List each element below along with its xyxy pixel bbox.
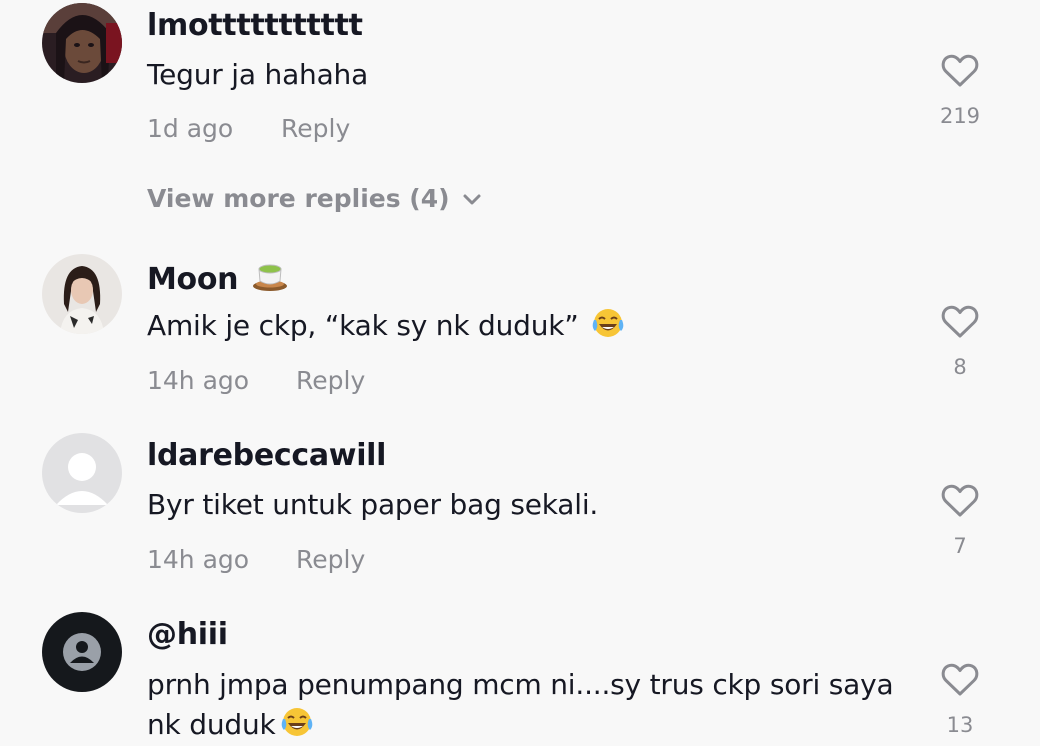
comment-text: Amik je ckp, “kak sy nk duduk”: [147, 306, 907, 346]
teacup-emoji-icon: [253, 264, 288, 291]
like-count: 13: [946, 713, 974, 737]
like-count: 8: [953, 355, 967, 379]
username-text: Moon: [147, 262, 239, 297]
like-count: 7: [953, 534, 967, 558]
avatar[interactable]: [42, 254, 122, 334]
heart-icon[interactable]: [941, 305, 979, 339]
heart-icon[interactable]: [941, 663, 979, 697]
comment-time: 1d ago: [147, 114, 234, 143]
username[interactable]: lmottttttttttt: [147, 8, 363, 43]
comment-text: Tegur ja hahaha: [147, 58, 369, 91]
avatar[interactable]: [42, 433, 122, 513]
reply-button[interactable]: Reply: [296, 366, 365, 395]
reply-button[interactable]: Reply: [296, 545, 365, 574]
view-more-label: View more replies (4): [147, 184, 450, 213]
view-more-replies-button[interactable]: View more replies (4): [147, 184, 482, 213]
avatar[interactable]: [42, 612, 122, 692]
comment-time: 14h ago: [147, 545, 250, 574]
username[interactable]: ldarebeccawill: [147, 438, 386, 473]
username[interactable]: @hiii: [147, 617, 228, 652]
heart-icon[interactable]: [941, 484, 979, 518]
comment-text: prnh jmpa penumpang mcm ni....sy trus ck…: [147, 665, 907, 745]
tears-of-joy-emoji-icon: [593, 309, 624, 337]
username[interactable]: Moon: [147, 259, 288, 297]
comment-text-content: Amik je ckp, “kak sy nk duduk”: [147, 309, 579, 342]
comment-text-content: prnh jmpa penumpang mcm ni....sy trus ck…: [147, 668, 894, 741]
tears-of-joy-emoji-icon: [281, 708, 312, 736]
like-count: 219: [939, 104, 981, 128]
comment-time: 14h ago: [147, 366, 250, 395]
chevron-down-icon: [463, 194, 481, 205]
avatar[interactable]: [42, 3, 122, 83]
reply-button[interactable]: Reply: [281, 114, 350, 143]
comment-text: Byr tiket untuk paper bag sekali.: [147, 488, 599, 521]
heart-icon[interactable]: [941, 54, 979, 88]
